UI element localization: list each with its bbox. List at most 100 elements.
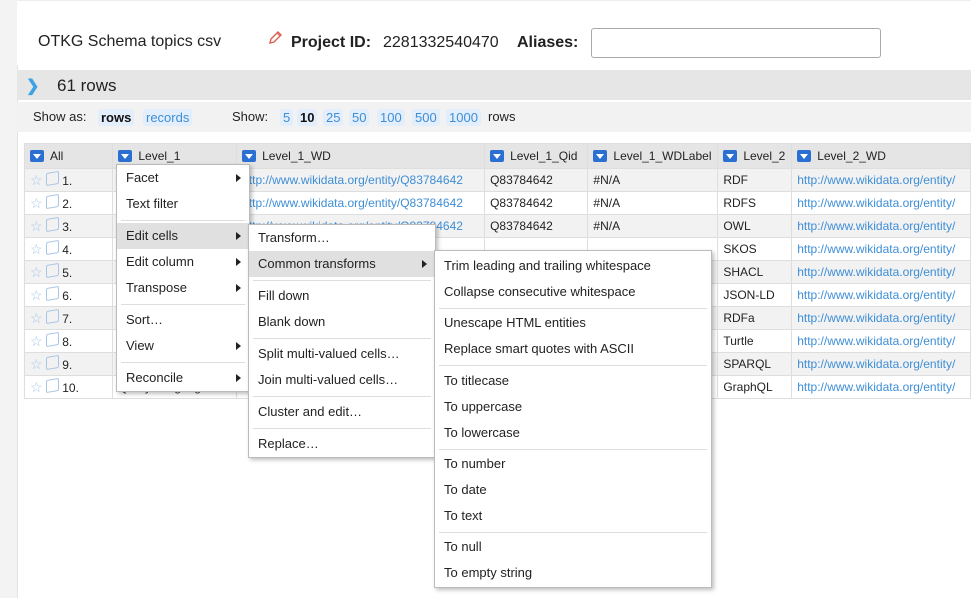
menu-item-collapse-whitespace[interactable]: Collapse consecutive whitespace xyxy=(435,279,711,305)
menu-item-to-titlecase[interactable]: To titlecase xyxy=(435,368,711,394)
cell-level-2[interactable]: Turtle xyxy=(717,329,793,353)
menu-item-to-date[interactable]: To date xyxy=(435,477,711,503)
menu-item-join-multi-valued[interactable]: Join multi-valued cells… xyxy=(249,367,435,393)
page-size-50[interactable]: 50 xyxy=(349,109,370,126)
star-icon[interactable]: ☆ xyxy=(30,310,43,326)
menu-item-transform[interactable]: Transform… xyxy=(249,225,435,251)
star-icon[interactable]: ☆ xyxy=(30,287,43,303)
flag-icon[interactable] xyxy=(45,285,59,301)
menu-item-unescape-html[interactable]: Unescape HTML entities xyxy=(435,310,711,336)
cell-level-1-qid[interactable]: Q83784642 xyxy=(484,168,589,192)
column-header-level-2[interactable]: Level_2 xyxy=(717,143,793,169)
menu-item-blank-down[interactable]: Blank down xyxy=(249,309,435,335)
page-size-25[interactable]: 25 xyxy=(323,109,344,126)
flag-icon[interactable] xyxy=(45,170,59,186)
cell-level-2[interactable]: SPARQL xyxy=(717,352,793,376)
cell-level-2-wd[interactable]: http://www.wikidata.org/entity/ xyxy=(791,260,971,284)
flag-icon[interactable] xyxy=(45,262,59,278)
cell-level-2[interactable]: RDFS xyxy=(717,191,793,215)
menu-item-text-filter[interactable]: Text filter xyxy=(117,191,249,217)
cell-level-2-wd[interactable]: http://www.wikidata.org/entity/ xyxy=(791,329,971,353)
cell-level-1-wd[interactable]: http://www.wikidata.org/entity/Q83784642 xyxy=(236,191,486,215)
show-as-records[interactable]: records xyxy=(143,109,193,126)
menu-item-to-null[interactable]: To null xyxy=(435,534,711,560)
menu-item-transpose[interactable]: Transpose xyxy=(117,275,249,301)
dropdown-icon[interactable] xyxy=(593,150,608,162)
column-header-all[interactable]: All xyxy=(23,143,114,169)
dropdown-icon[interactable] xyxy=(242,150,257,162)
cell-level-2-wd[interactable]: http://www.wikidata.org/entity/ xyxy=(791,306,971,330)
menu-item-fill-down[interactable]: Fill down xyxy=(249,283,435,309)
aliases-input[interactable] xyxy=(591,28,881,58)
flag-icon[interactable] xyxy=(45,377,59,393)
menu-item-cluster-and-edit[interactable]: Cluster and edit… xyxy=(249,399,435,425)
page-size-10[interactable]: 10 xyxy=(297,109,318,126)
menu-item-facet[interactable]: Facet xyxy=(117,165,249,191)
flag-icon[interactable] xyxy=(45,239,59,255)
menu-item-to-number[interactable]: To number xyxy=(435,451,711,477)
cell-level-2[interactable]: SHACL xyxy=(717,260,793,284)
menu-item-view[interactable]: View xyxy=(117,333,249,359)
cell-level-1-wdlabel[interactable]: #N/A xyxy=(587,214,719,238)
dropdown-icon[interactable] xyxy=(797,150,812,162)
dropdown-icon[interactable] xyxy=(30,150,44,162)
flag-icon[interactable] xyxy=(45,308,59,324)
flag-icon[interactable] xyxy=(45,354,59,370)
page-size-100[interactable]: 100 xyxy=(377,109,405,126)
cell-level-2-wd[interactable]: http://www.wikidata.org/entity/ xyxy=(791,168,971,192)
star-icon[interactable]: ☆ xyxy=(30,333,43,349)
column-header-level-1-wdlabel[interactable]: Level_1_WDLabel xyxy=(587,143,719,169)
menu-item-common-transforms[interactable]: Common transforms xyxy=(249,251,435,277)
menu-item-edit-column[interactable]: Edit column xyxy=(117,249,249,275)
cell-level-2-wd[interactable]: http://www.wikidata.org/entity/ xyxy=(791,214,971,238)
cell-level-2-wd[interactable]: http://www.wikidata.org/entity/ xyxy=(791,191,971,215)
dropdown-icon[interactable] xyxy=(490,150,505,162)
cell-level-2[interactable]: SKOS xyxy=(717,237,793,261)
menu-item-to-text[interactable]: To text xyxy=(435,503,711,529)
cell-level-1-wdlabel[interactable]: #N/A xyxy=(587,191,719,215)
cell-level-1-qid[interactable]: Q83784642 xyxy=(484,191,589,215)
cell-level-2-wd[interactable]: http://www.wikidata.org/entity/ xyxy=(791,237,971,261)
cell-level-2[interactable]: RDF xyxy=(717,168,793,192)
cell-level-2-wd[interactable]: http://www.wikidata.org/entity/ xyxy=(791,352,971,376)
cell-level-2[interactable]: GraphQL xyxy=(717,375,793,399)
menu-item-replace[interactable]: Replace… xyxy=(249,431,435,457)
menu-item-trim-whitespace[interactable]: Trim leading and trailing whitespace xyxy=(435,253,711,279)
menu-item-split-multi-valued[interactable]: Split multi-valued cells… xyxy=(249,341,435,367)
dropdown-icon[interactable] xyxy=(118,150,133,162)
column-header-level-1-wd[interactable]: Level_1_WD xyxy=(236,143,486,169)
cell-level-2[interactable]: RDFa xyxy=(717,306,793,330)
page-size-1000[interactable]: 1000 xyxy=(446,109,481,126)
cell-level-2[interactable]: OWL xyxy=(717,214,793,238)
star-icon[interactable]: ☆ xyxy=(30,379,43,395)
star-icon[interactable]: ☆ xyxy=(30,241,43,257)
menu-item-replace-smart-quotes[interactable]: Replace smart quotes with ASCII xyxy=(435,336,711,362)
star-icon[interactable]: ☆ xyxy=(30,218,43,234)
menu-item-sort[interactable]: Sort… xyxy=(117,307,249,333)
menu-item-to-uppercase[interactable]: To uppercase xyxy=(435,394,711,420)
cell-level-2-wd[interactable]: http://www.wikidata.org/entity/ xyxy=(791,375,971,399)
cell-level-2[interactable]: JSON-LD xyxy=(717,283,793,307)
dropdown-icon[interactable] xyxy=(723,150,738,162)
page-size-5[interactable]: 5 xyxy=(280,109,294,126)
project-name[interactable]: OTKG Schema topics csv xyxy=(38,33,221,51)
chevron-right-icon[interactable]: ❯ xyxy=(26,76,39,96)
star-icon[interactable]: ☆ xyxy=(30,264,43,280)
star-icon[interactable]: ☆ xyxy=(30,195,43,211)
star-icon[interactable]: ☆ xyxy=(30,356,43,372)
flag-icon[interactable] xyxy=(45,216,59,232)
cell-level-1-wdlabel[interactable]: #N/A xyxy=(587,168,719,192)
column-header-level-1-qid[interactable]: Level_1_Qid xyxy=(484,143,589,169)
page-size-500[interactable]: 500 xyxy=(412,109,440,126)
cell-level-2-wd[interactable]: http://www.wikidata.org/entity/ xyxy=(791,283,971,307)
cell-level-1-qid[interactable]: Q83784642 xyxy=(484,214,589,238)
cell-level-1-wd[interactable]: http://www.wikidata.org/entity/Q83784642 xyxy=(236,168,486,192)
star-icon[interactable]: ☆ xyxy=(30,172,43,188)
show-as-rows[interactable]: rows xyxy=(98,109,135,126)
menu-item-to-empty-string[interactable]: To empty string xyxy=(435,560,711,586)
menu-item-edit-cells[interactable]: Edit cells xyxy=(117,223,249,249)
flag-icon[interactable] xyxy=(45,193,59,209)
flag-icon[interactable] xyxy=(45,331,59,347)
column-header-level-2-wd[interactable]: Level_2_WD xyxy=(791,143,971,169)
menu-item-to-lowercase[interactable]: To lowercase xyxy=(435,420,711,446)
